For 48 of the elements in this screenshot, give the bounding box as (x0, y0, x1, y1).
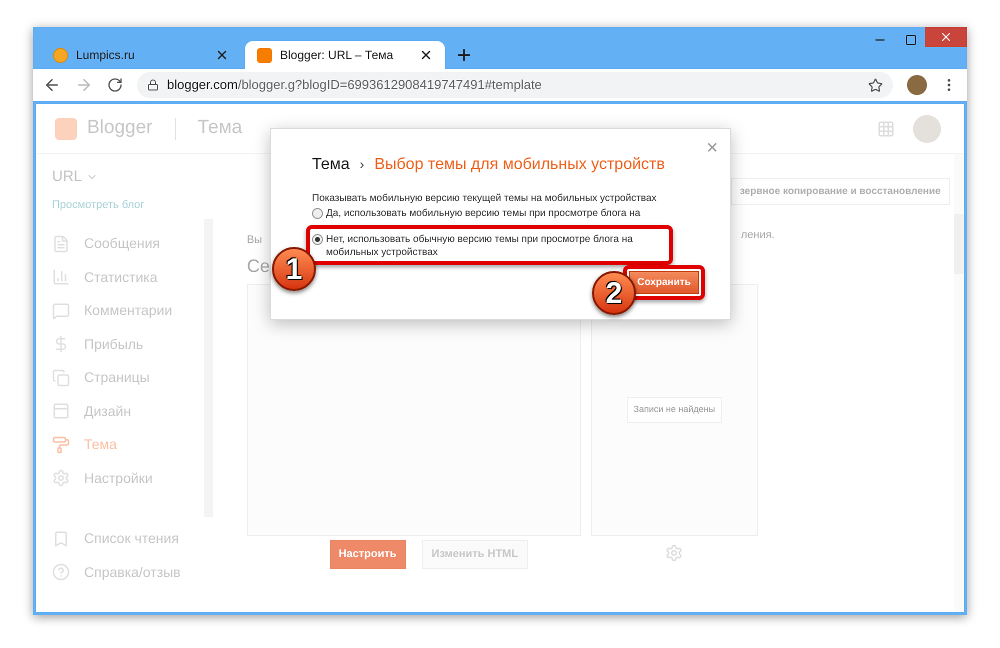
site-favicon-icon (53, 48, 68, 62)
menu-item-icon (52, 268, 70, 286)
menu-item-icon (52, 402, 70, 420)
new-tab-icon[interactable] (455, 46, 473, 64)
backup-button[interactable]: зервное копирование и восстановление (730, 178, 950, 205)
menu-item-icon (52, 368, 70, 387)
section-heading: Се (246, 255, 270, 278)
maximize-icon[interactable] (905, 34, 917, 46)
menu-item-icon (52, 563, 70, 582)
bookmark-star-icon[interactable] (868, 78, 883, 92)
back-icon[interactable] (43, 76, 61, 94)
intro-text: ления. (740, 228, 775, 243)
lock-icon (147, 79, 159, 91)
menu-item-icon (52, 436, 70, 454)
close-tab-icon[interactable] (215, 48, 229, 62)
customize-button[interactable]: Настроить (330, 540, 406, 568)
browser-tab[interactable]: Blogger: URL – Тема (245, 41, 445, 69)
tab-title: Blogger: URL – Тема (280, 47, 394, 64)
radio-button[interactable] (312, 208, 323, 219)
close-window-button[interactable] (925, 27, 967, 47)
menu-item-icon (52, 234, 70, 253)
close-icon (939, 30, 953, 44)
blog-name[interactable]: URL (52, 166, 82, 188)
menu-item-icon (52, 530, 70, 548)
profile-avatar[interactable] (907, 75, 927, 95)
blogger-logo-icon (55, 118, 77, 140)
url-text: blogger.com/blogger.g?blogID=6993612908419747491#template (167, 76, 542, 94)
tab-title: Lumpics.ru (76, 47, 136, 64)
view-blog-link[interactable]: Просмотреть блог (52, 196, 204, 213)
menu-item-icon (52, 302, 70, 320)
dialog-title: Выбор темы для мобильных устройств (374, 155, 665, 175)
close-tab-icon[interactable] (419, 48, 433, 62)
save-button[interactable]: Сохранить (629, 271, 699, 294)
close-icon[interactable]: × (706, 133, 718, 163)
intro-text: Вы (246, 234, 262, 246)
sidebar-item[interactable]: Тема (52, 428, 204, 462)
address-bar[interactable]: blogger.com/blogger.g?blogID=6993612908419747491#template (137, 72, 893, 98)
breadcrumb-parent[interactable]: Тема (312, 153, 350, 177)
breadcrumb-separator: › (360, 155, 364, 174)
reload-icon[interactable] (107, 77, 123, 93)
radio-option[interactable]: Да, использовать мобильную версию темы при просмотре блога на (312, 207, 664, 220)
question-text: Показывать мобильную версию текущей темы на мобильных устройствах (312, 192, 658, 206)
radio-button[interactable] (312, 234, 323, 245)
menu-item-icon (52, 469, 70, 488)
empty-state-label: Записи не найдены (626, 397, 722, 423)
browser-tab[interactable]: Lumpics.ru (41, 41, 241, 69)
scrollbar-thumb[interactable] (954, 214, 964, 274)
blogger-logo-icon (257, 48, 272, 62)
